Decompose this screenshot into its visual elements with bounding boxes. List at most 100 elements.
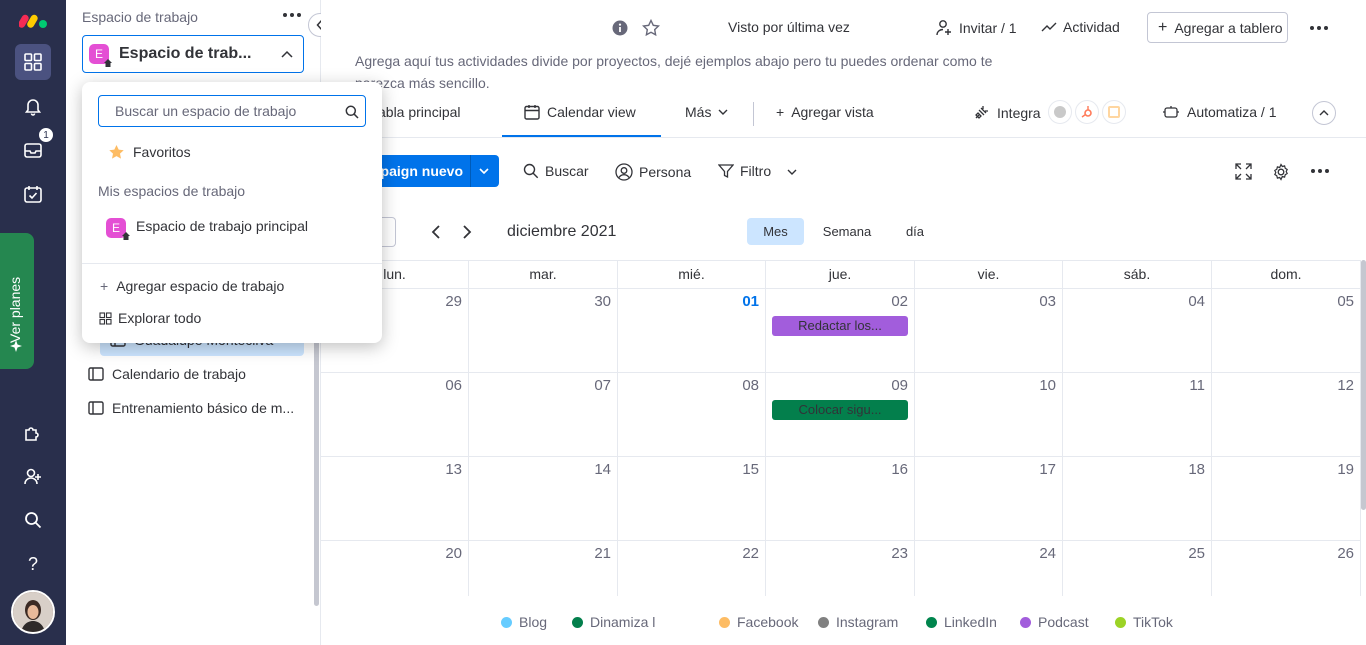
day-number: 22	[742, 545, 759, 562]
main-workspace-item[interactable]: E Espacio de trabajo principal	[106, 218, 366, 242]
add-workspace-item[interactable]: + Agregar espacio de trabajo	[100, 278, 284, 294]
invite-button[interactable]: Invitar / 1	[936, 19, 1017, 36]
tab-calendar-view[interactable]: Calendar view	[524, 104, 636, 120]
next-month-icon[interactable]	[462, 225, 472, 239]
legend-item[interactable]: TikTok	[1115, 614, 1173, 630]
add-view-label: Agregar vista	[791, 104, 874, 120]
calendar-icon	[524, 105, 540, 120]
favorites-label: Favoritos	[133, 144, 191, 160]
board-icon	[88, 401, 104, 415]
see-plans-button[interactable]: Ver planes	[0, 233, 34, 369]
day-number: 10	[1039, 377, 1056, 394]
see-plans-label: Ver planes	[7, 276, 23, 343]
day-cell[interactable]: 16	[766, 457, 915, 541]
prev-month-icon[interactable]	[431, 225, 441, 239]
legend-color-dot	[719, 616, 730, 628]
calendar-app-icon[interactable]	[1102, 100, 1126, 124]
day-cell[interactable]: 01	[618, 289, 766, 373]
day-cell[interactable]: 12	[1212, 373, 1361, 457]
tree-item-label: Entrenamiento básico de m...	[112, 400, 295, 416]
my-work-calendar-icon[interactable]	[15, 176, 51, 212]
hubspot-icon[interactable]	[1075, 100, 1099, 124]
integrate-button[interactable]: Integra	[973, 104, 1041, 121]
day-cell[interactable]: 10	[915, 373, 1063, 457]
notifications-bell-icon[interactable]	[15, 88, 51, 124]
day-cell[interactable]: 08	[618, 373, 766, 457]
workspace-selector[interactable]: E Espacio de trab...	[82, 35, 304, 73]
settings-gear-icon[interactable]	[1272, 163, 1290, 181]
calendar-event[interactable]: Redactar los...	[772, 316, 908, 336]
activity-button[interactable]: Actividad	[1041, 19, 1120, 35]
user-avatar[interactable]	[11, 590, 55, 634]
legend-item[interactable]: LinkedIn	[926, 614, 997, 630]
chevron-down-icon[interactable]	[479, 168, 489, 174]
day-cell[interactable]: 15	[618, 457, 766, 541]
calendar-scrollbar[interactable]	[1361, 260, 1366, 510]
board-more-icon[interactable]	[1309, 25, 1329, 31]
view-week-button[interactable]: Semana	[816, 218, 878, 245]
fullscreen-icon[interactable]	[1235, 163, 1252, 180]
inbox-count-badge: 1	[38, 127, 54, 143]
tab-more-label: Más	[685, 104, 712, 120]
last-seen-label[interactable]: Visto por última vez	[728, 19, 850, 35]
info-icon[interactable]	[612, 20, 628, 36]
legend-item[interactable]: Facebook	[719, 614, 798, 630]
view-day-button[interactable]: día	[899, 218, 931, 245]
legend-color-dot	[818, 616, 829, 628]
add-view-button[interactable]: + Agregar vista	[776, 104, 874, 120]
collapse-header-button[interactable]	[1312, 101, 1336, 125]
tree-item-label: Calendario de trabajo	[112, 366, 246, 382]
day-cell[interactable]: 13	[321, 457, 469, 541]
workspace-search-input[interactable]: Buscar un espacio de trabajo	[98, 95, 366, 127]
weekday-header: vie.	[915, 261, 1063, 289]
board-description[interactable]: Agrega aquí tus actividades divide por p…	[355, 50, 1015, 94]
view-more-icon[interactable]	[1310, 168, 1330, 174]
person-filter-button[interactable]: Persona	[615, 163, 691, 181]
invite-members-icon[interactable]	[15, 458, 51, 494]
day-cell[interactable]: 04	[1063, 289, 1212, 373]
integrate-label: Integra	[997, 104, 1041, 121]
filter-button[interactable]: Filtro	[718, 163, 771, 179]
star-icon[interactable]	[642, 19, 660, 37]
workspace-more-icon[interactable]	[281, 9, 303, 21]
explore-all-item[interactable]: Explorar todo	[99, 310, 201, 326]
day-cell[interactable]: 30	[469, 289, 618, 373]
search-button[interactable]: Buscar	[523, 163, 589, 179]
tab-main-table[interactable]: Tabla principal	[371, 104, 461, 120]
workspaces-icon[interactable]	[15, 44, 51, 80]
integration-app-icon[interactable]	[1048, 100, 1072, 124]
day-cell[interactable]: 18	[1063, 457, 1212, 541]
add-to-board-button[interactable]: + Agregar a tablero	[1147, 12, 1288, 43]
tree-item-entrenamiento[interactable]: Entrenamiento básico de m...	[88, 400, 294, 416]
automate-button[interactable]: Automatiza / 1	[1162, 104, 1277, 120]
day-cell[interactable]: 06	[321, 373, 469, 457]
legend-item[interactable]: Instagram	[818, 614, 898, 630]
day-cell[interactable]: 03	[915, 289, 1063, 373]
legend: Blog Dinamiza l Facebook Instagram LinkedIn P…	[321, 596, 1361, 645]
tab-calendar-view-label: Calendar view	[547, 104, 636, 120]
calendar-event[interactable]: Colocar sigu...	[772, 400, 908, 420]
day-number: 06	[445, 377, 462, 394]
day-cell[interactable]: 19	[1212, 457, 1361, 541]
day-number: 04	[1188, 293, 1205, 310]
help-icon[interactable]: ?	[15, 546, 51, 582]
favorites-item[interactable]: Favoritos	[108, 144, 191, 160]
legend-item[interactable]: Dinamiza l	[572, 614, 655, 630]
chevron-up-icon	[1319, 110, 1329, 116]
search-icon[interactable]	[15, 502, 51, 538]
legend-item[interactable]: Blog	[501, 614, 547, 630]
day-cell[interactable]: 17	[915, 457, 1063, 541]
panel-scrollbar[interactable]	[314, 300, 319, 606]
day-cell[interactable]: 14	[469, 457, 618, 541]
day-cell[interactable]: 11	[1063, 373, 1212, 457]
day-cell[interactable]: 07	[469, 373, 618, 457]
day-cell[interactable]: 05	[1212, 289, 1361, 373]
tree-item-calendario[interactable]: Calendario de trabajo	[88, 366, 246, 382]
tab-more[interactable]: Más	[685, 104, 728, 120]
monday-logo-icon[interactable]	[19, 7, 49, 29]
legend-item[interactable]: Podcast	[1020, 614, 1089, 630]
filter-chevron-down-icon[interactable]	[787, 169, 797, 175]
view-month-button[interactable]: Mes	[747, 218, 804, 245]
day-number: 17	[1039, 461, 1056, 478]
apps-puzzle-icon[interactable]	[15, 414, 51, 450]
